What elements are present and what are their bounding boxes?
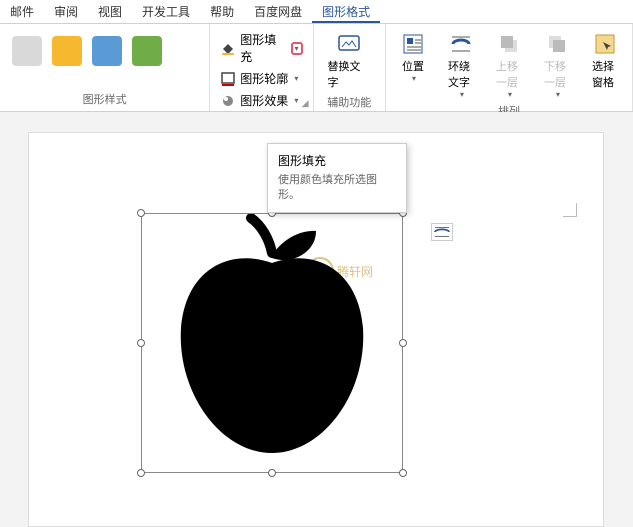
style-swatches <box>6 28 168 74</box>
tab-mail[interactable]: 邮件 <box>0 0 44 23</box>
resize-handle-e[interactable] <box>399 339 407 347</box>
layout-options-icon <box>433 225 451 239</box>
paint-bucket-icon <box>220 40 236 56</box>
shape-effects-caret[interactable]: ▾ <box>294 96 298 105</box>
tab-baidu[interactable]: 百度网盘 <box>244 0 312 23</box>
bring-forward-button[interactable]: 上移一层 ▾ <box>488 28 530 103</box>
send-backward-label: 下移一层 <box>544 58 570 90</box>
shape-fill-dropdown-caret[interactable]: ▾ <box>291 42 303 55</box>
margin-corner-mark <box>563 203 577 217</box>
bring-forward-caret: ▾ <box>508 90 512 99</box>
resize-handle-nw[interactable] <box>137 209 145 217</box>
tab-review[interactable]: 审阅 <box>44 0 88 23</box>
style-swatch-yellow[interactable] <box>52 36 82 66</box>
send-backward-button[interactable]: 下移一层 ▾ <box>536 28 578 103</box>
bring-forward-icon <box>497 32 521 56</box>
style-swatch-green[interactable] <box>132 36 162 66</box>
tooltip-title: 图形填充 <box>278 152 396 169</box>
effects-icon <box>220 93 236 109</box>
shape-outline-button[interactable]: 图形轮廓 ▾ <box>216 69 306 88</box>
shape-fill-label: 图形填充 <box>240 31 284 65</box>
style-swatch-blue[interactable] <box>92 36 122 66</box>
send-backward-caret: ▾ <box>556 90 560 99</box>
group-accessibility: 替换文字 辅助功能 <box>314 24 386 111</box>
resize-handle-se[interactable] <box>399 469 407 477</box>
wrap-text-button[interactable]: 环绕文字 ▾ <box>440 28 482 103</box>
position-caret: ▾ <box>412 74 416 83</box>
tab-help[interactable]: 帮助 <box>200 0 244 23</box>
style-swatch-gray[interactable] <box>12 36 42 66</box>
selection-pane-button[interactable]: 选择窗格 <box>584 28 626 94</box>
position-button[interactable]: 位置 ▾ <box>392 28 434 87</box>
resize-handle-w[interactable] <box>137 339 145 347</box>
shape-fill-button[interactable]: 图形填充 ▾ <box>216 30 306 66</box>
selection-box <box>141 213 403 473</box>
shape-effects-label: 图形效果 <box>240 92 288 109</box>
position-icon <box>401 32 425 56</box>
ribbon-tabs: 邮件 审阅 视图 开发工具 帮助 百度网盘 图形格式 <box>0 0 633 24</box>
group-shape-styles: 图形样式 <box>0 24 210 111</box>
tab-view[interactable]: 视图 <box>88 0 132 23</box>
selected-shape-apple[interactable] <box>141 213 403 473</box>
group-label-styles: 图形样式 <box>6 91 203 109</box>
resize-handle-s[interactable] <box>268 469 276 477</box>
layout-options-button[interactable] <box>431 223 453 241</box>
tooltip-body: 使用颜色填充所选图形。 <box>278 173 396 204</box>
selection-pane-label: 选择窗格 <box>592 58 618 90</box>
outline-icon <box>220 71 236 87</box>
shape-effects-button[interactable]: 图形效果 ▾ <box>216 91 306 110</box>
tab-shape-format[interactable]: 图形格式 <box>312 0 380 23</box>
tab-dev[interactable]: 开发工具 <box>132 0 200 23</box>
document-canvas[interactable]: 图形填充 使用颜色填充所选图形。 T 腾轩网 <box>0 112 633 527</box>
wrap-icon <box>449 32 473 56</box>
wrap-caret: ▾ <box>460 90 464 99</box>
group-arrange: 位置 ▾ 环绕文字 ▾ 上移一层 ▾ 下移一层 <box>386 24 633 111</box>
group-shape-fill-etc: 图形填充 ▾ 图形轮廓 ▾ 图形效果 ▾ ◢ <box>210 24 313 111</box>
alt-text-icon <box>337 32 361 56</box>
styles-dialog-launcher[interactable]: ◢ <box>302 98 309 109</box>
shape-outline-label: 图形轮廓 <box>240 70 288 87</box>
alt-text-label-1: 替换文字 <box>328 58 371 90</box>
ribbon: 图形样式 图形填充 ▾ 图形轮廓 ▾ 图形效果 <box>0 24 633 112</box>
send-backward-icon <box>545 32 569 56</box>
alt-text-button[interactable]: 替换文字 <box>320 28 379 94</box>
position-label: 位置 <box>402 58 424 74</box>
page[interactable]: 图形填充 使用颜色填充所选图形。 T 腾轩网 <box>28 132 604 527</box>
shape-outline-caret[interactable]: ▾ <box>294 74 298 83</box>
shape-fill-tooltip: 图形填充 使用颜色填充所选图形。 <box>267 143 407 213</box>
selection-pane-icon <box>593 32 617 56</box>
bring-forward-label: 上移一层 <box>496 58 522 90</box>
wrap-label: 环绕文字 <box>448 58 474 90</box>
group-label-aux: 辅助功能 <box>320 94 379 112</box>
resize-handle-sw[interactable] <box>137 469 145 477</box>
